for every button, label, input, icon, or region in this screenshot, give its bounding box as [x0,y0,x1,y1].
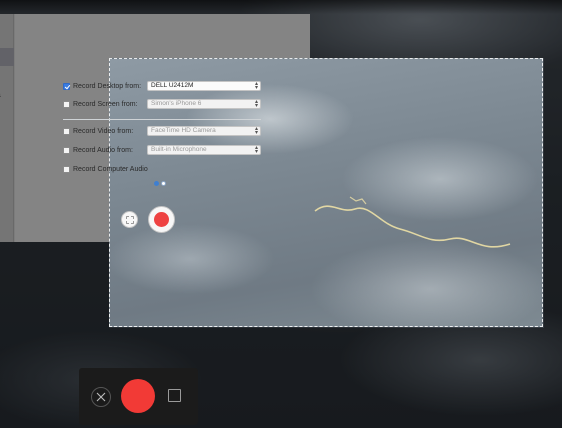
option-label: Record Video from: [73,127,134,135]
option-label: Record Desktop from: [73,82,142,90]
option-label: Record Computer Audio [73,165,148,173]
record-icon [154,212,169,227]
checkbox-record-computer-audio[interactable] [63,165,70,173]
option-record-screen[interactable]: Record Screen from: [63,99,138,109]
select-arrows-icon: ▴ ▾ [254,145,258,155]
option-record-video[interactable]: Record Video from: [63,126,133,136]
page-dot-2[interactable] [161,181,166,186]
cancel-button[interactable] [91,387,111,407]
option-record-computer-audio[interactable]: Record Computer Audio [63,164,148,174]
option-label: Record Screen from: [73,100,138,108]
select-value: Simon's iPhone 6 [151,100,202,107]
recording-toolbar [79,368,198,425]
start-recording-button[interactable] [148,206,175,233]
checkbox-record-audio[interactable] [63,146,70,154]
checkbox-record-desktop[interactable] [63,82,70,90]
select-value: FaceTime HD Camera [151,127,216,134]
record-button[interactable] [121,379,155,413]
select-value: DELL U2412M [151,82,194,89]
option-label: Record Audio from: [73,146,133,154]
select-screen-source[interactable]: Simon's iPhone 6 ▴ ▾ [147,99,261,109]
stop-icon[interactable] [168,389,181,402]
select-area-button[interactable] [121,211,138,228]
select-audio-source[interactable]: Built-in Microphone ▴ ▾ [147,145,261,155]
select-video-source[interactable]: FaceTime HD Camera ▴ ▾ [147,126,261,136]
option-record-audio[interactable]: Record Audio from: [63,145,133,155]
close-icon [96,392,106,402]
page-dot-1[interactable] [154,181,159,186]
checkbox-record-screen[interactable] [63,100,70,108]
select-arrows-icon: ▴ ▾ [254,126,258,136]
select-arrows-icon: ▴ ▾ [254,99,258,109]
options-divider [63,119,261,120]
checkbox-record-video[interactable] [63,127,70,135]
river-glint [314,196,511,248]
page-indicator [154,181,166,186]
option-record-desktop[interactable]: Record Desktop from: [63,81,141,91]
select-value: Built-in Microphone [151,146,207,153]
select-desktop-source[interactable]: DELL U2412M ▴ ▾ [147,81,261,91]
record-options-dialog: Record Desktop from: DELL U2412M ▴ ▾ Reco… [0,0,310,242]
select-arrows-icon: ▴ ▾ [254,81,258,91]
dashed-rectangle-icon [125,215,134,224]
